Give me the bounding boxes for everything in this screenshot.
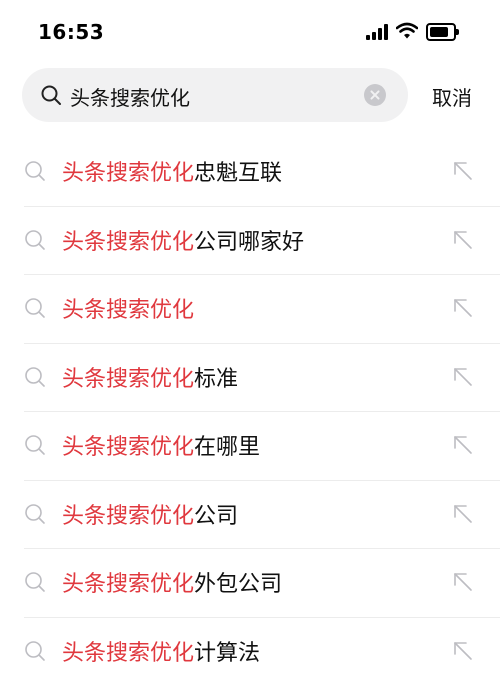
status-bar: 16:53 — [0, 0, 500, 64]
search-icon — [24, 297, 46, 319]
cancel-button[interactable]: 取消 — [432, 82, 472, 111]
battery-icon — [426, 23, 456, 41]
suggestion-highlight: 头条搜索优化 — [62, 504, 194, 529]
suggestion-label: 头条搜索优化忠魁互联 — [62, 155, 282, 187]
suggestion-item[interactable]: 头条搜索优化计算法 — [0, 618, 500, 686]
fill-query-arrow-icon[interactable] — [452, 366, 474, 388]
suggestion-list: 头条搜索优化忠魁互联头条搜索优化公司哪家好头条搜索优化头条搜索优化标准头条搜索优… — [0, 138, 500, 686]
search-icon — [24, 640, 46, 662]
suggestion-suffix: 外包公司 — [194, 572, 282, 597]
suggestion-item[interactable]: 头条搜索优化公司 — [0, 481, 500, 550]
suggestion-suffix: 在哪里 — [194, 435, 260, 460]
suggestion-item[interactable]: 头条搜索优化外包公司 — [0, 549, 500, 618]
suggestion-item[interactable]: 头条搜索优化忠魁互联 — [0, 138, 500, 207]
suggestion-label: 头条搜索优化公司哪家好 — [62, 224, 304, 256]
search-icon — [24, 434, 46, 456]
suggestion-label: 头条搜索优化在哪里 — [62, 429, 260, 461]
search-icon — [40, 84, 62, 106]
fill-query-arrow-icon[interactable] — [452, 160, 474, 182]
suggestion-suffix: 公司哪家好 — [194, 230, 304, 255]
fill-query-arrow-icon[interactable] — [452, 571, 474, 593]
suggestion-highlight: 头条搜索优化 — [62, 161, 194, 186]
search-icon — [24, 160, 46, 182]
suggestion-highlight: 头条搜索优化 — [62, 230, 194, 255]
search-icon — [24, 229, 46, 251]
suggestion-highlight: 头条搜索优化 — [62, 298, 194, 323]
suggestion-suffix: 计算法 — [194, 641, 260, 666]
search-icon — [24, 571, 46, 593]
clear-icon[interactable] — [364, 84, 386, 106]
search-icon — [24, 366, 46, 388]
wifi-icon — [396, 22, 418, 40]
search-icon — [24, 503, 46, 525]
battery-level — [430, 27, 448, 37]
fill-query-arrow-icon[interactable] — [452, 229, 474, 251]
search-bar[interactable]: 头条搜索优化 — [22, 68, 408, 122]
suggestion-suffix: 公司 — [194, 504, 238, 529]
suggestion-item[interactable]: 头条搜索优化标准 — [0, 344, 500, 413]
fill-query-arrow-icon[interactable] — [452, 640, 474, 662]
suggestion-label: 头条搜索优化外包公司 — [62, 566, 282, 598]
status-time: 16:53 — [38, 20, 104, 44]
fill-query-arrow-icon[interactable] — [452, 434, 474, 456]
fill-query-arrow-icon[interactable] — [452, 503, 474, 525]
suggestion-highlight: 头条搜索优化 — [62, 641, 194, 666]
suggestion-item[interactable]: 头条搜索优化在哪里 — [0, 412, 500, 481]
suggestion-label: 头条搜索优化 — [62, 292, 194, 324]
suggestion-label: 头条搜索优化标准 — [62, 361, 238, 393]
suggestion-label: 头条搜索优化计算法 — [62, 635, 260, 667]
suggestion-highlight: 头条搜索优化 — [62, 572, 194, 597]
fill-query-arrow-icon[interactable] — [452, 297, 474, 319]
search-input[interactable]: 头条搜索优化 — [70, 82, 190, 111]
suggestion-suffix: 标准 — [194, 367, 238, 392]
suggestion-item[interactable]: 头条搜索优化公司哪家好 — [0, 207, 500, 276]
suggestion-highlight: 头条搜索优化 — [62, 367, 194, 392]
suggestion-highlight: 头条搜索优化 — [62, 435, 194, 460]
signal-icon — [366, 24, 388, 40]
suggestion-suffix: 忠魁互联 — [194, 161, 282, 186]
suggestion-item[interactable]: 头条搜索优化 — [0, 275, 500, 344]
suggestion-label: 头条搜索优化公司 — [62, 498, 238, 530]
